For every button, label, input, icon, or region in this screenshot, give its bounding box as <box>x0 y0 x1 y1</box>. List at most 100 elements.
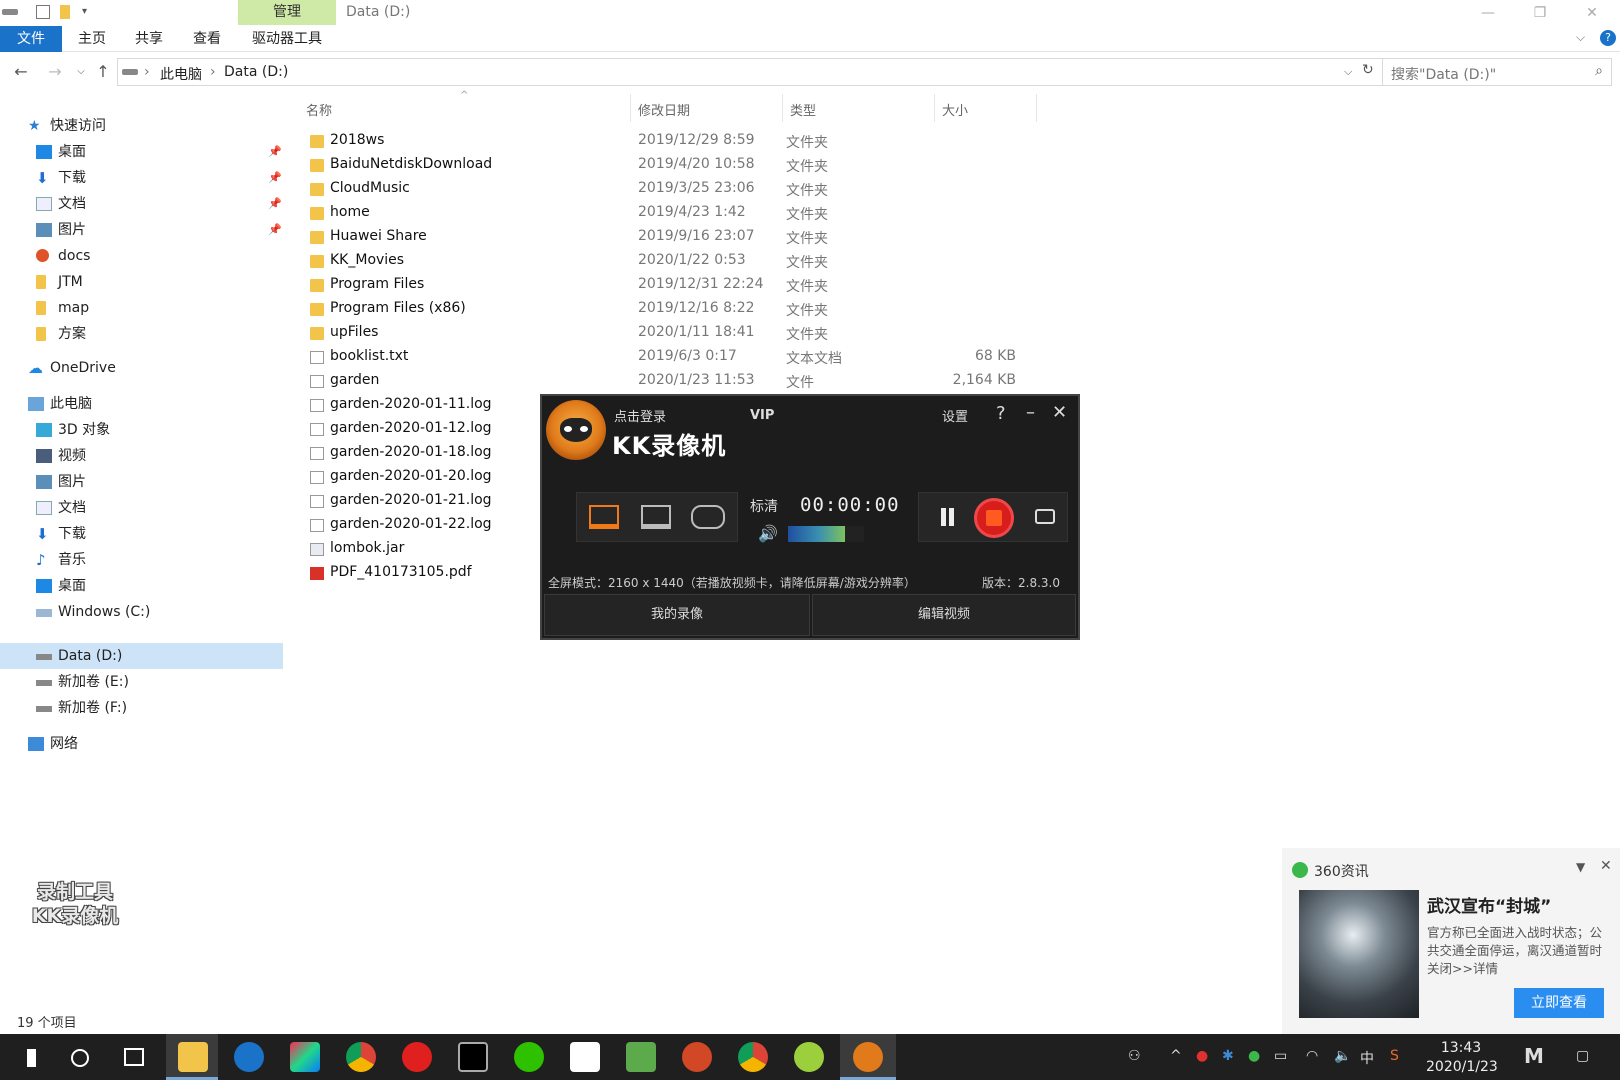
column-divider[interactable] <box>630 94 631 122</box>
tray-360-icon[interactable]: ● <box>1248 1048 1260 1064</box>
intellij-icon[interactable] <box>290 1042 320 1072</box>
fullscreen-mode-icon[interactable] <box>589 505 619 529</box>
breadcrumb-this-pc[interactable]: 此电脑 <box>160 64 202 84</box>
tray-m-icon[interactable]: M <box>1524 1044 1544 1068</box>
kk-minimize-button[interactable]: – <box>1026 402 1035 423</box>
column-header-size[interactable]: 大小 <box>942 100 968 119</box>
tab-file[interactable]: 文件 <box>0 26 62 52</box>
address-dropdown-icon[interactable]: ⌵ <box>1344 65 1352 79</box>
column-divider[interactable] <box>1036 94 1037 122</box>
wifi-icon[interactable]: ◠ <box>1306 1048 1318 1064</box>
notification-icon[interactable]: ▢ <box>1576 1048 1589 1064</box>
restore-button[interactable]: ❐ <box>1520 2 1560 24</box>
people-icon[interactable]: ⚇ <box>1128 1048 1141 1064</box>
my-recordings-button[interactable]: 我的录像 <box>544 594 810 636</box>
baidu-netdisk-icon[interactable] <box>570 1042 600 1072</box>
file-row[interactable]: garden 2020/1/23 11:53 文件 2,164 KB <box>300 370 1040 394</box>
news-body[interactable]: 官方称已全面进入战时状态；公共交通全面停运，离汉通道暂时关闭>>详情 <box>1427 924 1607 978</box>
file-row[interactable]: KK_Movies 2020/1/22 0:53 文件夹 <box>300 250 1040 274</box>
bluetooth-icon[interactable]: ✱ <box>1222 1048 1234 1064</box>
refresh-icon[interactable]: ↻ <box>1362 62 1374 78</box>
chrome-icon[interactable] <box>738 1042 768 1072</box>
volume-icon[interactable]: 🔈 <box>1334 1048 1351 1064</box>
collapse-icon[interactable]: ▼ <box>1576 860 1585 874</box>
kk-help-button[interactable]: ? <box>996 403 1006 424</box>
pin-icon[interactable]: 📌 <box>268 197 282 210</box>
kk-vip-badge[interactable]: VIP <box>750 408 774 423</box>
edit-video-button[interactable]: 编辑视频 <box>812 594 1076 636</box>
qat-dropdown-icon[interactable]: ▾ <box>82 6 96 20</box>
sogou-input-icon[interactable]: S <box>1390 1048 1399 1064</box>
breadcrumb-data-d[interactable]: Data (D:) <box>224 64 288 80</box>
pin-icon[interactable]: 📌 <box>268 171 282 184</box>
file-row[interactable]: Program Files 2019/12/31 22:24 文件夹 <box>300 274 1040 298</box>
kk-login-link[interactable]: 点击登录 <box>614 406 666 425</box>
wechat-icon[interactable] <box>514 1042 544 1072</box>
news-image[interactable] <box>1299 890 1419 1018</box>
record-stop-button[interactable] <box>974 498 1014 538</box>
powerpoint-icon[interactable] <box>682 1042 712 1072</box>
news-close-icon[interactable]: ✕ <box>1600 858 1612 874</box>
view-now-button[interactable]: 立即查看 <box>1514 988 1604 1018</box>
file-row[interactable]: CloudMusic 2019/3/25 23:06 文件夹 <box>300 178 1040 202</box>
netease-music-icon[interactable] <box>402 1042 432 1072</box>
battery-icon[interactable]: ▭ <box>1274 1048 1287 1064</box>
tab-drive-tools[interactable]: 驱动器工具 <box>244 26 330 52</box>
kk-close-button[interactable]: ✕ <box>1052 402 1067 423</box>
kk-settings-button[interactable]: 设置 <box>942 406 968 425</box>
column-header-date[interactable]: 修改日期 <box>638 100 690 119</box>
tab-home[interactable]: 主页 <box>70 26 114 52</box>
file-row[interactable]: home 2019/4/23 1:42 文件夹 <box>300 202 1040 226</box>
up-button[interactable]: ↑ <box>92 61 114 83</box>
search-icon[interactable]: ⌕ <box>1595 63 1603 79</box>
search-box[interactable]: 搜索"Data (D:)" ⌕ <box>1382 58 1612 86</box>
pin-icon[interactable]: 📌 <box>268 223 282 236</box>
column-header-type[interactable]: 类型 <box>790 100 816 119</box>
news-title[interactable]: 武汉宣布“封城” <box>1427 892 1551 917</box>
back-button[interactable]: ← <box>10 61 32 83</box>
ime-indicator[interactable]: 中 <box>1360 1048 1374 1068</box>
column-header-name[interactable]: 名称 <box>306 100 332 119</box>
close-button[interactable]: ✕ <box>1572 2 1612 24</box>
chrome-icon[interactable] <box>346 1042 376 1072</box>
tray-app-red-icon[interactable]: ● <box>1196 1048 1208 1064</box>
address-bar[interactable]: › 此电脑 › Data (D:) ⌵ ↻ <box>117 58 1383 86</box>
minimize-button[interactable]: — <box>1468 2 1508 24</box>
file-row[interactable]: upFiles 2020/1/11 18:41 文件夹 <box>300 322 1040 346</box>
tray-expand-icon[interactable]: ^ <box>1170 1048 1182 1064</box>
file-row[interactable]: Program Files (x86) 2019/12/16 8:22 文件夹 <box>300 298 1040 322</box>
pin-icon[interactable]: 📌 <box>268 145 282 158</box>
game-mode-icon[interactable] <box>691 505 725 529</box>
file-row[interactable]: 2018ws 2019/12/29 8:59 文件夹 <box>300 130 1040 154</box>
windows-start-icon[interactable] <box>18 1049 36 1067</box>
tab-share[interactable]: 共享 <box>127 26 171 52</box>
taskbar-clock[interactable]: 13:43 2020/1/23 <box>1426 1039 1498 1077</box>
expand-ribbon-icon[interactable]: ⌵ <box>1576 30 1585 45</box>
task-view-icon[interactable] <box>124 1048 144 1066</box>
file-row[interactable]: BaiduNetdiskDownload 2019/4/20 10:58 文件夹 <box>300 154 1040 178</box>
image-viewer-icon[interactable] <box>626 1042 656 1072</box>
region-mode-icon[interactable] <box>641 505 671 529</box>
properties-icon[interactable] <box>36 5 50 19</box>
file-row[interactable]: booklist.txt 2019/6/3 0:17 文本文档 68 KB <box>300 346 1040 370</box>
tab-view[interactable]: 查看 <box>185 26 229 52</box>
file-explorer-icon[interactable] <box>178 1042 208 1072</box>
terminal-icon[interactable] <box>458 1042 488 1072</box>
kk-quality-label[interactable]: 标清 <box>750 496 778 516</box>
volume-meter[interactable] <box>788 526 864 542</box>
column-divider[interactable] <box>782 94 783 122</box>
column-divider[interactable] <box>934 94 935 122</box>
tab-manage-context[interactable]: 管理 <box>238 0 336 25</box>
help-icon[interactable]: ? <box>1600 30 1616 46</box>
file-row[interactable]: Huawei Share 2019/9/16 23:07 文件夹 <box>300 226 1040 250</box>
edge-icon[interactable] <box>234 1042 264 1072</box>
app-green-icon[interactable] <box>794 1042 824 1072</box>
recent-dropdown-button[interactable]: ⌵ <box>70 61 92 83</box>
pause-icon[interactable] <box>941 508 946 526</box>
forward-button[interactable]: → <box>44 61 66 83</box>
kk-recorder-icon[interactable] <box>853 1042 883 1072</box>
new-folder-icon[interactable] <box>60 5 70 19</box>
camera-icon[interactable] <box>1035 509 1055 524</box>
speaker-icon[interactable]: 🔊 <box>758 524 778 543</box>
search-circle-icon[interactable] <box>71 1049 89 1067</box>
